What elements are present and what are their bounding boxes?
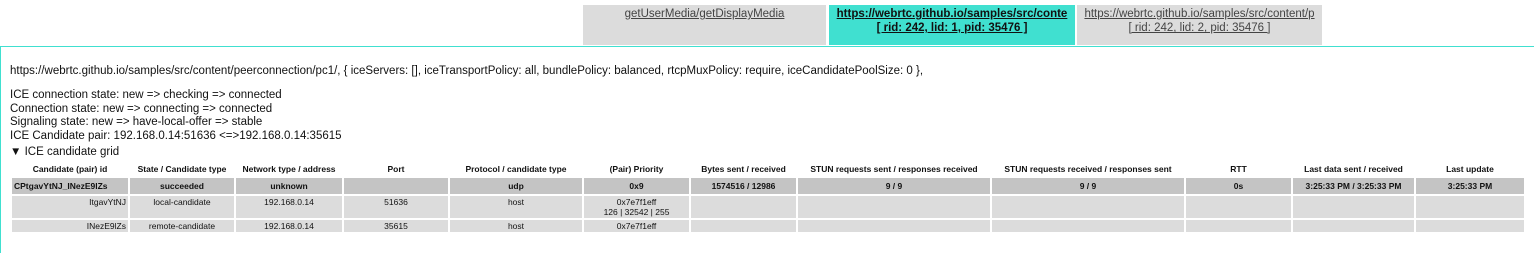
ice-candidate-grid-toggle[interactable]: ▼ ICE candidate grid <box>10 146 119 158</box>
cell-last-data: 3:25:33 PM / 3:25:33 PM <box>1293 178 1414 194</box>
header-protocol: Protocol / candidate type <box>465 164 567 174</box>
cell-stun-sent: 9 / 9 <box>798 178 990 194</box>
tab-url-label: https://webrtc.github.io/samples/src/con… <box>1084 8 1315 20</box>
remote-candidate-row: INezE9lZs remote-candidate 192.168.0.14 … <box>12 220 1524 232</box>
header-bytes: Bytes sent / received <box>701 164 786 174</box>
signaling-state: Signaling state: new => have-local-offer… <box>10 116 263 128</box>
cell-candidate-type: remote-candidate <box>130 220 234 232</box>
header-last-update: Last update <box>1446 164 1494 174</box>
header-last-data: Last data sent / received <box>1304 164 1403 174</box>
cell-port <box>344 178 448 194</box>
cell-last-update <box>1416 196 1524 218</box>
priority-detail: 126 | 32542 | 255 <box>603 207 670 217</box>
cell-bytes <box>691 220 796 232</box>
header-candidate-id: Candidate (pair) id <box>32 164 108 174</box>
candidate-pair-row: CPtgavYtNJ_INezE9lZs succeeded unknown u… <box>12 178 1524 194</box>
cell-stun-received: 9 / 9 <box>992 178 1184 194</box>
cell-priority: 0x7e7f1eff 126 | 32542 | 255 <box>584 196 689 218</box>
cell-priority: 0x9 <box>584 178 689 194</box>
header-rtt: RTT <box>1230 164 1247 174</box>
cell-candidate-id: INezE9lZs <box>12 220 128 232</box>
cell-rtt: 0s <box>1186 178 1291 194</box>
cell-rtt <box>1186 220 1291 232</box>
tab-id-label: [ rid: 242, lid: 1, pid: 35476 ] <box>876 22 1028 34</box>
cell-state: succeeded <box>130 178 234 194</box>
cell-bytes: 1574516 / 12986 <box>691 178 796 194</box>
connection-state: Connection state: new => connecting => c… <box>10 102 273 115</box>
cell-protocol: host <box>450 196 582 218</box>
cell-last-data <box>1293 220 1414 232</box>
grid-header-row: Candidate (pair) id State / Candidate ty… <box>12 162 1524 176</box>
ice-candidate-grid: Candidate (pair) id State / Candidate ty… <box>10 160 1526 234</box>
tab-peerconnection-2[interactable]: https://webrtc.github.io/samples/src/con… <box>1077 5 1322 45</box>
cell-pair-id: CPtgavYtNJ_INezE9lZs <box>12 178 128 194</box>
cell-candidate-id: ItgavYtNJ <box>12 196 128 218</box>
header-network: Network type / address <box>242 164 336 174</box>
cell-rtt <box>1186 196 1291 218</box>
tab-id-label: [ rid: 242, lid: 2, pid: 35476 ] <box>1128 22 1271 34</box>
cell-stun-sent <box>798 196 990 218</box>
header-stun-received: STUN requests received / responses sent <box>1004 164 1172 174</box>
cell-port: 51636 <box>344 196 448 218</box>
header-priority: (Pair) Priority <box>609 164 664 174</box>
ice-connection-state: ICE connection state: new => checking =>… <box>10 89 282 101</box>
cell-protocol: host <box>450 220 582 232</box>
tab-peerconnection-1[interactable]: https://webrtc.github.io/samples/src/con… <box>829 5 1075 45</box>
peerconnection-panel: https://webrtc.github.io/samples/src/con… <box>0 46 1534 253</box>
header-state: State / Candidate type <box>137 164 227 174</box>
cell-network: unknown <box>236 178 342 194</box>
tab-label: getUserMedia/getDisplayMedia <box>624 8 785 20</box>
peerconnection-config: https://webrtc.github.io/samples/src/con… <box>10 65 924 77</box>
local-candidate-row: ItgavYtNJ local-candidate 192.168.0.14 5… <box>12 196 1524 218</box>
cell-priority: 0x7e7f1eff <box>584 220 689 232</box>
header-stun-sent: STUN requests sent / responses received <box>810 164 978 174</box>
cell-stun-received <box>992 220 1184 232</box>
cell-last-update <box>1416 220 1524 232</box>
priority-value: 0x7e7f1eff <box>616 197 657 207</box>
cell-last-update: 3:25:33 PM <box>1416 178 1524 194</box>
connection-states: ICE connection state: new => checking =>… <box>10 89 342 143</box>
cell-candidate-type: local-candidate <box>130 196 234 218</box>
cell-protocol: udp <box>450 178 582 194</box>
cell-stun-sent <box>798 220 990 232</box>
cell-address: 192.168.0.14 <box>236 196 342 218</box>
cell-bytes <box>691 196 796 218</box>
ice-candidate-pair: ICE Candidate pair: 192.168.0.14:51636 <… <box>10 129 342 142</box>
cell-port: 35615 <box>344 220 448 232</box>
tab-url-label: https://webrtc.github.io/samples/src/con… <box>836 8 1068 20</box>
header-port: Port <box>387 164 405 174</box>
tab-bar: getUserMedia/getDisplayMedia https://web… <box>0 0 1536 46</box>
cell-stun-received <box>992 196 1184 218</box>
tab-getusermedia[interactable]: getUserMedia/getDisplayMedia <box>583 5 826 45</box>
cell-address: 192.168.0.14 <box>236 220 342 232</box>
cell-last-data <box>1293 196 1414 218</box>
